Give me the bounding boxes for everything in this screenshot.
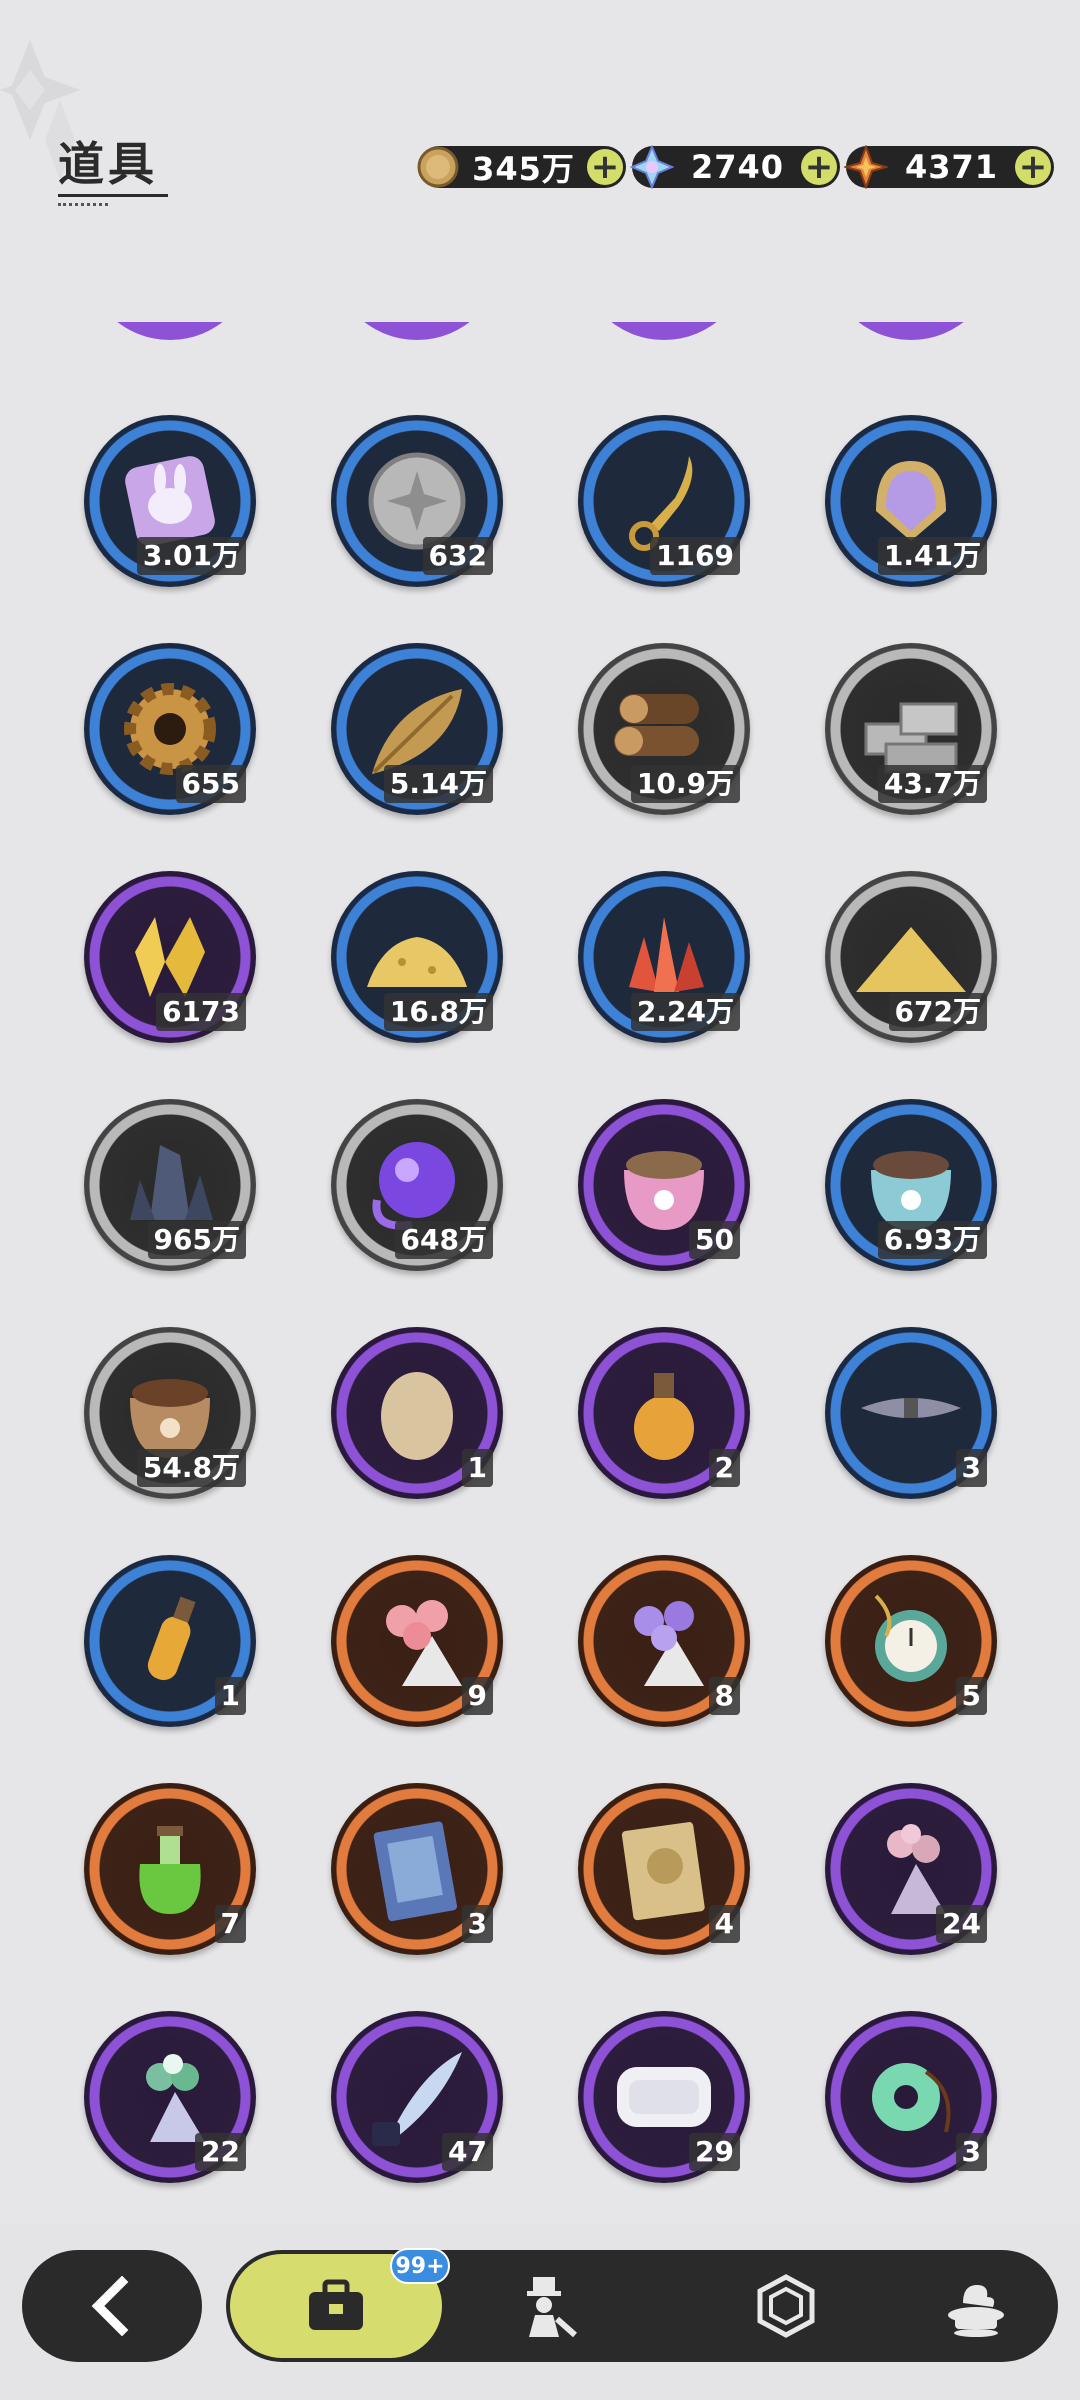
item-slot[interactable]: 5: [825, 1555, 997, 1727]
item-quantity: 22: [195, 2133, 246, 2171]
currency-value: 345万: [472, 150, 575, 188]
item-slot[interactable]: 4: [578, 1783, 750, 1955]
item-slot[interactable]: 632: [331, 415, 503, 587]
scrolled-row-remnant: [0, 318, 1080, 358]
item-quantity: 5: [955, 1677, 987, 1715]
add-coin-button[interactable]: +: [587, 149, 623, 185]
item-slot[interactable]: 10.9万: [578, 643, 750, 815]
item-quantity: 655: [175, 765, 246, 803]
item-quantity: 648万: [394, 1221, 493, 1259]
dessert-icon: [948, 2285, 1004, 2337]
item-quantity: 9: [461, 1677, 493, 1715]
item-slot[interactable]: 672万: [825, 871, 997, 1043]
coin-icon: [417, 146, 459, 188]
add-crystal-button[interactable]: +: [801, 149, 837, 185]
item-slot[interactable]: 8: [578, 1555, 750, 1727]
item-quantity: 50: [689, 1221, 740, 1259]
item-slot[interactable]: 16.8万: [331, 871, 503, 1043]
currency-star-gem: 4371 +: [844, 145, 1054, 189]
item-quantity: 1: [461, 1449, 493, 1487]
item-quantity: 6.93万: [877, 1221, 987, 1259]
tab-dessert[interactable]: [906, 2250, 1046, 2362]
item-slot[interactable]: 47: [331, 2011, 503, 2183]
tab-character[interactable]: [476, 2250, 616, 2362]
item-slot[interactable]: 648万: [331, 1099, 503, 1271]
item-slot[interactable]: 24: [825, 1783, 997, 1955]
item-slot[interactable]: 7: [84, 1783, 256, 1955]
item-slot[interactable]: 22: [84, 2011, 256, 2183]
item-quantity: 8: [708, 1677, 740, 1715]
inventory-screen: { "header": { "title": "道具" }, "currenci…: [0, 0, 1080, 2400]
item-slot[interactable]: 6173: [84, 871, 256, 1043]
item-quantity: 632: [422, 537, 493, 575]
item-slot[interactable]: 965万: [84, 1099, 256, 1271]
item-quantity: 965万: [147, 1221, 246, 1259]
item-quantity: 43.7万: [877, 765, 987, 803]
currency-value: 4371: [904, 148, 999, 186]
title-dots: [58, 203, 108, 206]
star-gem-icon: [844, 145, 888, 189]
item-quantity: 1.41万: [877, 537, 987, 575]
add-star-gem-button[interactable]: +: [1015, 149, 1051, 185]
item-slot[interactable]: 1: [331, 1327, 503, 1499]
item-slot[interactable]: 1: [84, 1555, 256, 1727]
item-quantity: 6173: [156, 993, 246, 1031]
item-quantity: 3: [955, 2133, 987, 2171]
item-quantity: 24: [936, 1905, 987, 1943]
item-slot[interactable]: 1169: [578, 415, 750, 587]
item-slot[interactable]: 1.41万: [825, 415, 997, 587]
item-slot[interactable]: 43.7万: [825, 643, 997, 815]
item-slot[interactable]: 3: [825, 1327, 997, 1499]
item-slot[interactable]: 3.01万: [84, 415, 256, 587]
item-quantity: 3: [955, 1449, 987, 1487]
bottom-tabs: 99+: [226, 2248, 1058, 2362]
item-quantity: 3.01万: [136, 537, 246, 575]
item-slot[interactable]: 54.8万: [84, 1327, 256, 1499]
bag-icon: [309, 2279, 363, 2330]
item-quantity: 3: [461, 1905, 493, 1943]
item-quantity: 47: [442, 2133, 493, 2171]
item-quantity: 16.8万: [383, 993, 493, 1031]
item-quantity: 672万: [888, 993, 987, 1031]
item-quantity: 10.9万: [630, 765, 740, 803]
item-slot[interactable]: 2.24万: [578, 871, 750, 1043]
item-quantity: 5.14万: [383, 765, 493, 803]
item-slot[interactable]: 655: [84, 643, 256, 815]
item-slot[interactable]: 3: [331, 1783, 503, 1955]
title-underline: [58, 194, 168, 197]
item-quantity: 54.8万: [136, 1449, 246, 1487]
currency-coin: 345万 +: [417, 146, 626, 188]
back-arrow-icon: [91, 2276, 129, 2336]
item-quantity: 29: [689, 2133, 740, 2171]
crystal-icon: [630, 145, 674, 189]
item-quantity: 7: [214, 1905, 246, 1943]
currency-value: 2740: [690, 148, 785, 186]
item-slot[interactable]: 5.14万: [331, 643, 503, 815]
item-slot[interactable]: 6.93万: [825, 1099, 997, 1271]
item-quantity: 4: [708, 1905, 740, 1943]
item-slot[interactable]: 29: [578, 2011, 750, 2183]
currency-crystal: 2740 +: [630, 145, 840, 189]
item-slot[interactable]: 2: [578, 1327, 750, 1499]
hexagon-icon: [757, 2274, 815, 2338]
notification-badge: 99+: [390, 2248, 450, 2284]
tab-bag[interactable]: 99+: [230, 2248, 450, 2358]
item-slot[interactable]: 3: [825, 2011, 997, 2183]
item-slot[interactable]: 9: [331, 1555, 503, 1727]
header-fade: [0, 222, 1080, 322]
figure-icon: [527, 2277, 577, 2338]
item-slot[interactable]: 50: [578, 1099, 750, 1271]
item-quantity: 1: [214, 1677, 246, 1715]
back-button[interactable]: [22, 2250, 202, 2362]
item-quantity: 1169: [650, 537, 740, 575]
page-title: 道具: [58, 137, 158, 191]
item-quantity: 2.24万: [630, 993, 740, 1031]
tab-hexagon[interactable]: [716, 2250, 856, 2362]
item-quantity: 2: [708, 1449, 740, 1487]
